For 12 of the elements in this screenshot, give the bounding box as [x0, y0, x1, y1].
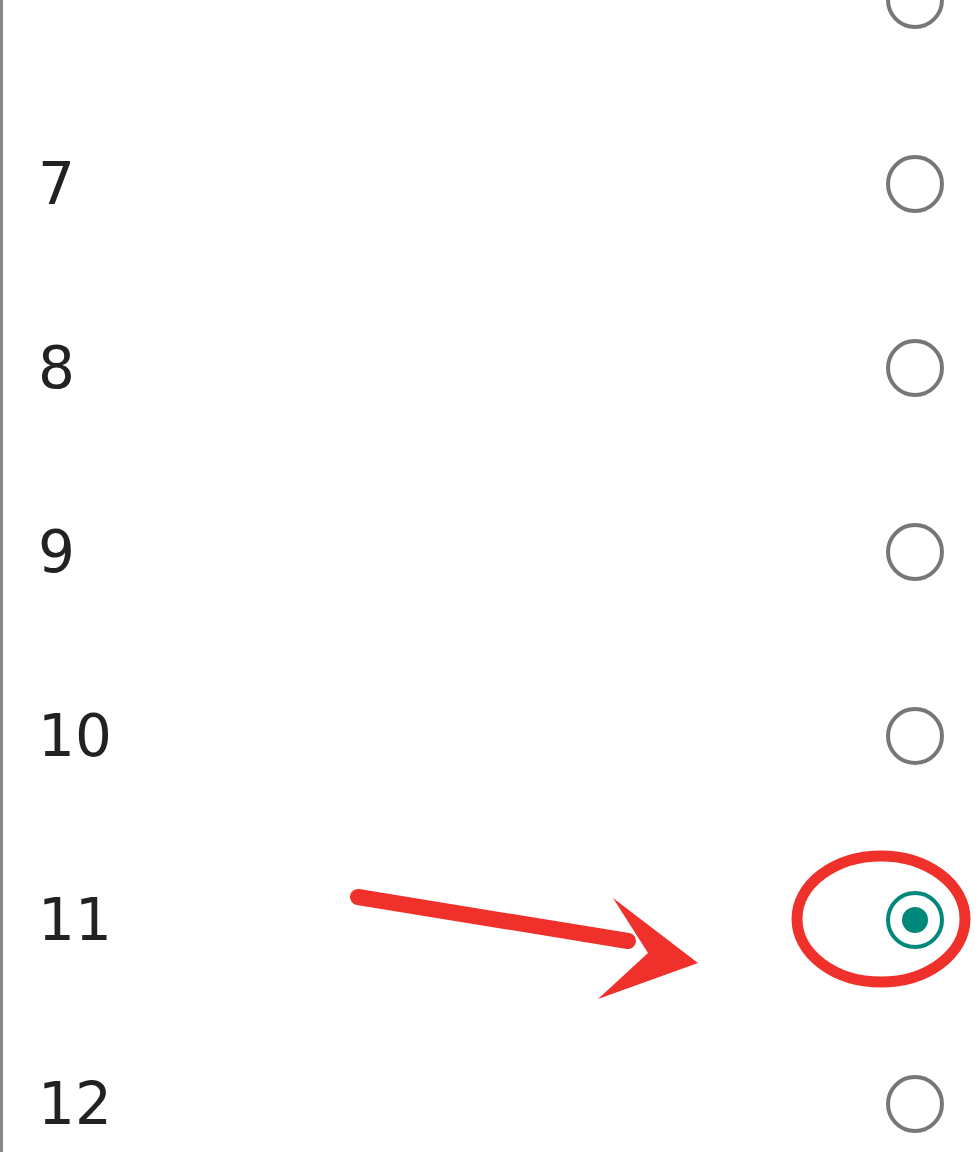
- radio-button[interactable]: [886, 707, 944, 765]
- option-label: 9: [38, 523, 75, 581]
- radio-button[interactable]: [886, 339, 944, 397]
- option-label: 11: [38, 891, 112, 949]
- radio-button[interactable]: [886, 891, 944, 949]
- option-label: 7: [38, 155, 75, 213]
- option-label: 10: [38, 707, 112, 765]
- radio-button[interactable]: [886, 155, 944, 213]
- option-label: 8: [38, 339, 75, 397]
- radio-button[interactable]: [886, 1075, 944, 1133]
- option-label: 12: [38, 1075, 112, 1133]
- radio-button[interactable]: [886, 523, 944, 581]
